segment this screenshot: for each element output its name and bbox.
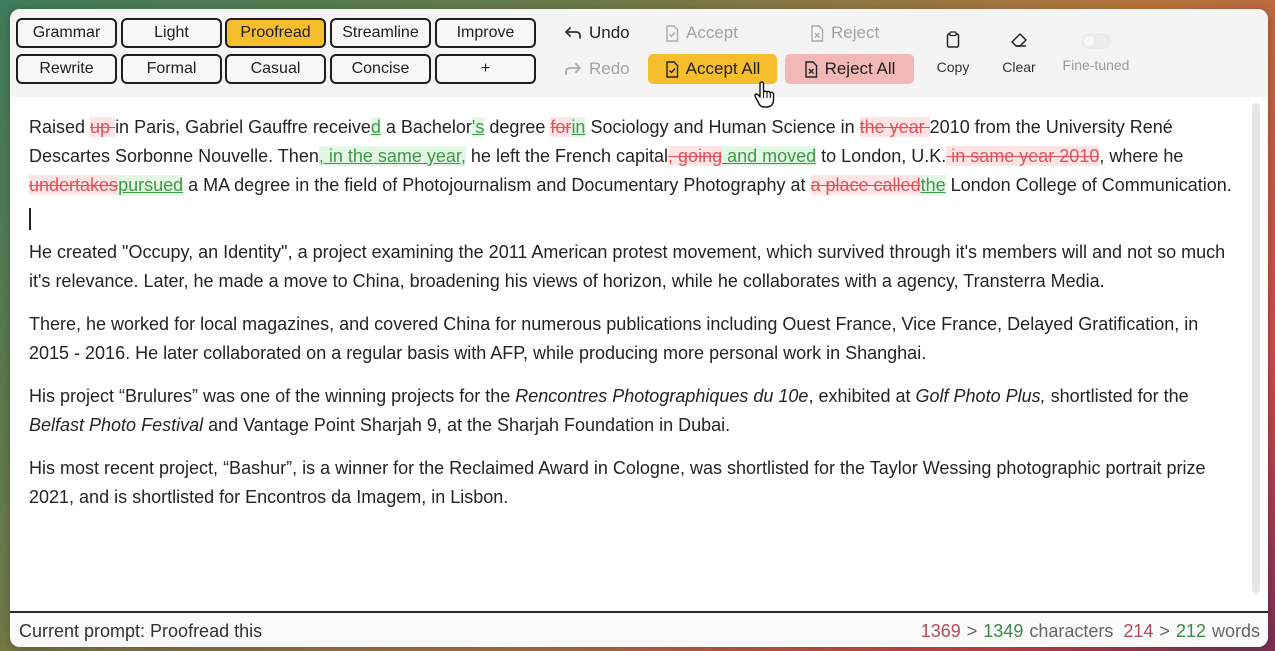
words-before: 214 (1123, 621, 1154, 641)
insertion-mark[interactable]: pursued (118, 175, 184, 195)
deletion-mark[interactable]: the year (859, 117, 930, 137)
paragraph-1: Raised up in Paris, Gabriel Gauffre rece… (29, 113, 1234, 200)
fine-tuned-toggle[interactable] (1081, 33, 1111, 49)
text-run: London College of Communication. (945, 175, 1232, 195)
insertion-mark[interactable]: the (920, 175, 946, 195)
deletion-mark[interactable]: , going (668, 146, 723, 166)
toolbar: Grammar Light Proofread Streamline Impro… (10, 9, 1268, 108)
chars-label: characters (1029, 621, 1114, 641)
eraser-icon (1009, 31, 1029, 51)
reject-all-doc-icon (804, 60, 818, 78)
reject-all-label: Reject All (824, 59, 896, 78)
insertion-mark[interactable]: , in the same year, (318, 146, 466, 166)
char-word-count: 1369 > 1349 characters 214 > 212 words (921, 621, 1260, 642)
words-arrow: > (1159, 621, 1170, 641)
mode-button-formal[interactable]: Formal (121, 54, 222, 84)
text-run: , exhibited at (808, 386, 916, 406)
deletion-mark[interactable]: in same year 2010 (946, 146, 1100, 166)
reject-button[interactable]: Reject (802, 18, 887, 48)
deletion-mark[interactable]: for (550, 117, 572, 137)
accept-button[interactable]: Accept (657, 18, 746, 48)
deletion-mark[interactable]: a place called (810, 175, 921, 195)
text-run: to London, U.K. (816, 146, 947, 166)
mode-button-concise[interactable]: Concise (330, 54, 431, 84)
reject-all-button[interactable]: Reject All (785, 54, 914, 84)
fine-tuned-label: Fine-tuned (1062, 57, 1130, 73)
text-run: a Bachelor (380, 117, 472, 137)
text-run: degree (484, 117, 551, 137)
text-run: His project “Brulures” was one of the wi… (29, 386, 516, 406)
accept-all-label: Accept All (685, 59, 761, 78)
text-run: , where he (1099, 146, 1184, 166)
insertion-mark[interactable]: d (370, 117, 381, 137)
copy-label: Copy (936, 59, 970, 75)
italic-text: Golf Photo Plus, (915, 386, 1046, 406)
undo-label: Undo (589, 23, 630, 42)
redo-icon (564, 62, 582, 76)
accept-all-button[interactable]: Accept All (648, 54, 777, 84)
paragraph-3: There, he worked for local magazines, an… (29, 314, 1199, 363)
chars-arrow: > (966, 621, 978, 641)
copy-icon (946, 31, 960, 51)
fine-tuned-toggle-group[interactable]: Fine-tuned (1051, 23, 1141, 83)
accept-label: Accept (686, 23, 738, 42)
mode-button-light[interactable]: Light (121, 18, 222, 48)
undo-button[interactable]: Undo (556, 18, 638, 48)
mode-button-proofread[interactable]: Proofread (225, 18, 326, 48)
mode-button-rewrite[interactable]: Rewrite (16, 54, 117, 84)
chars-before: 1369 (920, 621, 961, 641)
reject-doc-icon (810, 24, 824, 42)
text-run: shortlisted for the (1045, 386, 1189, 406)
mode-button-grammar[interactable]: Grammar (16, 18, 117, 48)
app-window: Grammar Light Proofread Streamline Impro… (10, 9, 1268, 647)
chars-after: 1349 (983, 621, 1024, 641)
text-caret (29, 204, 1234, 234)
scrollbar-thumb[interactable] (1252, 103, 1260, 593)
editor-content[interactable]: Raised up in Paris, Gabriel Gauffre rece… (29, 113, 1234, 608)
mode-button-streamline[interactable]: Streamline (330, 18, 431, 48)
text-run: in Paris, Gabriel Gauffre receive (115, 117, 371, 137)
italic-text: Rencontres Photographiques du 10e (515, 386, 809, 406)
words-label: words (1211, 621, 1260, 641)
redo-button[interactable]: Redo (556, 54, 638, 84)
accept-doc-icon (665, 24, 679, 42)
accept-all-doc-icon (665, 60, 679, 78)
deletion-mark[interactable]: undertakes (29, 175, 119, 195)
italic-text: Belfast Photo Festival (29, 415, 204, 435)
paragraph-2: He created "Occupy, an Identity", a proj… (29, 242, 1226, 291)
clear-button[interactable]: Clear (989, 23, 1049, 83)
redo-label: Redo (589, 59, 630, 78)
text-run: and Vantage Point Sharjah 9, at the Shar… (203, 415, 731, 435)
text-run: Sociology and Human Science in (585, 117, 860, 137)
paragraph-5: His most recent project, “Bashur”, is a … (29, 458, 1206, 507)
clear-label: Clear (1002, 59, 1036, 75)
current-prompt-text: Current prompt: Proofread this (19, 621, 263, 641)
editor-scrollbar[interactable] (1250, 103, 1262, 608)
copy-button[interactable]: Copy (923, 23, 983, 83)
words-after: 212 (1175, 621, 1206, 641)
deletion-mark[interactable]: up (90, 117, 116, 137)
insertion-mark[interactable]: in (571, 117, 586, 137)
insertion-mark[interactable]: and moved (722, 146, 817, 166)
text-run: he left the French capital (465, 146, 669, 166)
insertion-mark[interactable]: 's (471, 117, 485, 137)
mode-button-casual[interactable]: Casual (225, 54, 326, 84)
paragraph-4: His project “Brulures” was one of the wi… (29, 382, 1234, 440)
mode-button-improve[interactable]: Improve (435, 18, 536, 48)
reject-label: Reject (831, 23, 880, 42)
add-mode-button[interactable]: + (435, 54, 536, 84)
text-run: Raised (29, 117, 91, 137)
status-bar: Current prompt: Proofread this 1369 > 13… (10, 611, 1268, 647)
undo-icon (564, 26, 582, 40)
text-run: a MA degree in the field of Photojournal… (183, 175, 811, 195)
pointer-hand-icon (753, 81, 777, 114)
